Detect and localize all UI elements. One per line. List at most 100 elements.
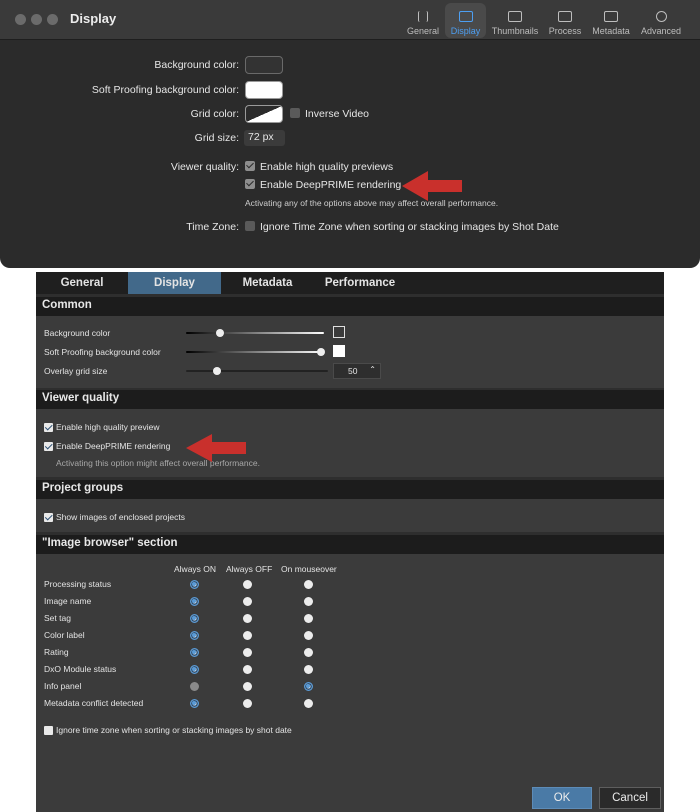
window-title: Display [70, 11, 117, 26]
image-browser-radio-on-mouseover[interactable] [304, 597, 313, 606]
column-always-off: Always OFF [226, 564, 273, 574]
toolbar-advanced[interactable]: Advanced [638, 3, 684, 38]
high-quality-checkbox[interactable] [245, 161, 255, 171]
image-browser-radio-on-mouseover[interactable] [304, 631, 313, 640]
time-zone-option-label: Ignore Time Zone when sorting or stackin… [260, 221, 559, 233]
image-browser-radio-always-on[interactable] [190, 597, 199, 606]
image-browser-radio-always-off[interactable] [243, 580, 252, 589]
image-browser-radio-on-mouseover[interactable] [304, 648, 313, 657]
image-browser-radio-always-on[interactable] [190, 648, 199, 657]
deepprime-rendering-checkbox[interactable] [44, 442, 53, 451]
image-browser-radio-on-mouseover[interactable] [304, 699, 313, 708]
toolbar-thumbnails-label: Thumbnails [491, 26, 539, 36]
image-browser-row-label: Processing status [44, 579, 112, 589]
section-viewer-quality-header: Viewer quality [36, 390, 664, 409]
overlay-grid-value: 50 [348, 366, 358, 376]
soft-proof-slider[interactable] [186, 351, 324, 353]
thumbnails-icon [508, 11, 522, 22]
inverse-video-checkbox[interactable] [290, 108, 300, 118]
deepprime-checkbox[interactable] [245, 179, 255, 189]
soft-proof-preview [333, 345, 345, 357]
metadata-icon [604, 11, 618, 22]
image-browser-row-label: Rating [44, 647, 69, 657]
time-zone-option[interactable]: Ignore Time Zone when sorting or stackin… [245, 221, 559, 233]
ignore-timezone-checkbox[interactable] [44, 726, 53, 735]
grid-color-swatch[interactable] [245, 105, 283, 123]
image-browser-row-label: Metadata conflict detected [44, 698, 144, 708]
overlay-grid-slider-knob[interactable] [213, 367, 221, 375]
toolbar-metadata-label: Metadata [592, 26, 630, 36]
high-quality-preview-checkbox[interactable] [44, 423, 53, 432]
cancel-button[interactable]: Cancel [599, 787, 661, 809]
tab-display[interactable]: Display [128, 272, 221, 294]
grid-size-field[interactable]: 72 px [244, 130, 285, 146]
toolbar-thumbnails[interactable]: Thumbnails [489, 3, 541, 38]
image-browser-radio-always-off[interactable] [243, 614, 252, 623]
soft-proof-slider-knob[interactable] [317, 348, 325, 356]
deepprime-option[interactable]: Enable DeepPRIME rendering [245, 179, 401, 191]
show-enclosed-checkbox[interactable] [44, 513, 53, 522]
section-project-groups: Show images of enclosed projects [36, 499, 664, 532]
image-browser-radio-always-on[interactable] [190, 682, 199, 691]
ok-button[interactable]: OK [532, 787, 592, 809]
image-browser-radio-always-off[interactable] [243, 665, 252, 674]
mac-preferences-window: Display General Display Thumbnails Proce… [0, 0, 700, 268]
overlay-grid-spinbox[interactable]: 50 ⌃ [333, 363, 381, 379]
grid-size-label: Grid size: [194, 132, 239, 144]
show-enclosed-label: Show images of enclosed projects [56, 512, 185, 522]
image-browser-radio-always-off[interactable] [243, 631, 252, 640]
ignore-timezone-label: Ignore time zone when sorting or stackin… [56, 725, 292, 735]
section-common-header: Common [36, 297, 664, 316]
image-browser-radio-on-mouseover[interactable] [304, 665, 313, 674]
toolbar-display-label: Display [450, 26, 481, 36]
image-browser-radio-always-on[interactable] [190, 699, 199, 708]
close-window-button[interactable] [15, 14, 26, 25]
column-always-on: Always ON [174, 564, 217, 574]
inverse-video-label: Inverse Video [305, 108, 370, 120]
image-browser-radio-always-on[interactable] [190, 580, 199, 589]
gear-icon [655, 11, 667, 22]
bg-color-label: Background color [44, 328, 111, 338]
image-browser-radio-always-off[interactable] [243, 648, 252, 657]
inverse-video-option[interactable]: Inverse Video [290, 108, 369, 120]
high-quality-option[interactable]: Enable high quality previews [245, 161, 393, 173]
high-quality-preview-label: Enable high quality preview [56, 422, 160, 432]
soft-proofing-swatch[interactable] [245, 81, 283, 99]
zoom-window-button[interactable] [47, 14, 58, 25]
toolbar-process-label: Process [548, 26, 582, 36]
image-browser-radio-always-on[interactable] [190, 631, 199, 640]
toolbar-display[interactable]: Display [445, 3, 486, 38]
time-zone-checkbox[interactable] [245, 221, 255, 231]
monitor-icon [458, 11, 473, 22]
toolbar-general[interactable]: General [403, 3, 443, 38]
image-browser-radio-on-mouseover[interactable] [304, 614, 313, 623]
bg-color-slider-knob[interactable] [216, 329, 224, 337]
deepprime-label: Enable DeepPRIME rendering [260, 179, 402, 191]
tab-performance[interactable]: Performance [314, 272, 406, 294]
toolbar-metadata[interactable]: Metadata [589, 3, 633, 38]
tab-metadata[interactable]: Metadata [221, 272, 314, 294]
minimize-window-button[interactable] [31, 14, 42, 25]
red-arrow-annotation [186, 434, 246, 462]
high-quality-label: Enable high quality previews [260, 161, 394, 173]
background-color-swatch[interactable] [245, 56, 283, 74]
image-browser-radio-on-mouseover[interactable] [304, 580, 313, 589]
image-browser-radio-always-off[interactable] [243, 597, 252, 606]
image-browser-radio-always-on[interactable] [190, 665, 199, 674]
image-browser-radio-always-on[interactable] [190, 614, 199, 623]
section-image-browser-header: "Image browser" section [36, 535, 664, 554]
windows-preferences-window: General Display Metadata Performance Com… [36, 272, 664, 812]
sliders-icon [418, 11, 428, 22]
image-browser-radio-always-off[interactable] [243, 682, 252, 691]
mac-titlebar: Display General Display Thumbnails Proce… [0, 0, 700, 40]
image-browser-radio-on-mouseover[interactable] [304, 682, 313, 691]
spin-arrows-icon[interactable]: ⌃ [369, 365, 376, 374]
toolbar-process[interactable]: Process [546, 3, 584, 38]
deepprime-rendering-label: Enable DeepPRIME rendering [56, 441, 171, 451]
tab-general[interactable]: General [36, 272, 128, 294]
image-browser-row-label: DxO Module status [44, 664, 117, 674]
image-browser-radio-always-off[interactable] [243, 699, 252, 708]
bg-color-slider[interactable] [186, 332, 324, 334]
process-icon [558, 11, 572, 22]
overlay-grid-slider[interactable] [186, 370, 328, 372]
